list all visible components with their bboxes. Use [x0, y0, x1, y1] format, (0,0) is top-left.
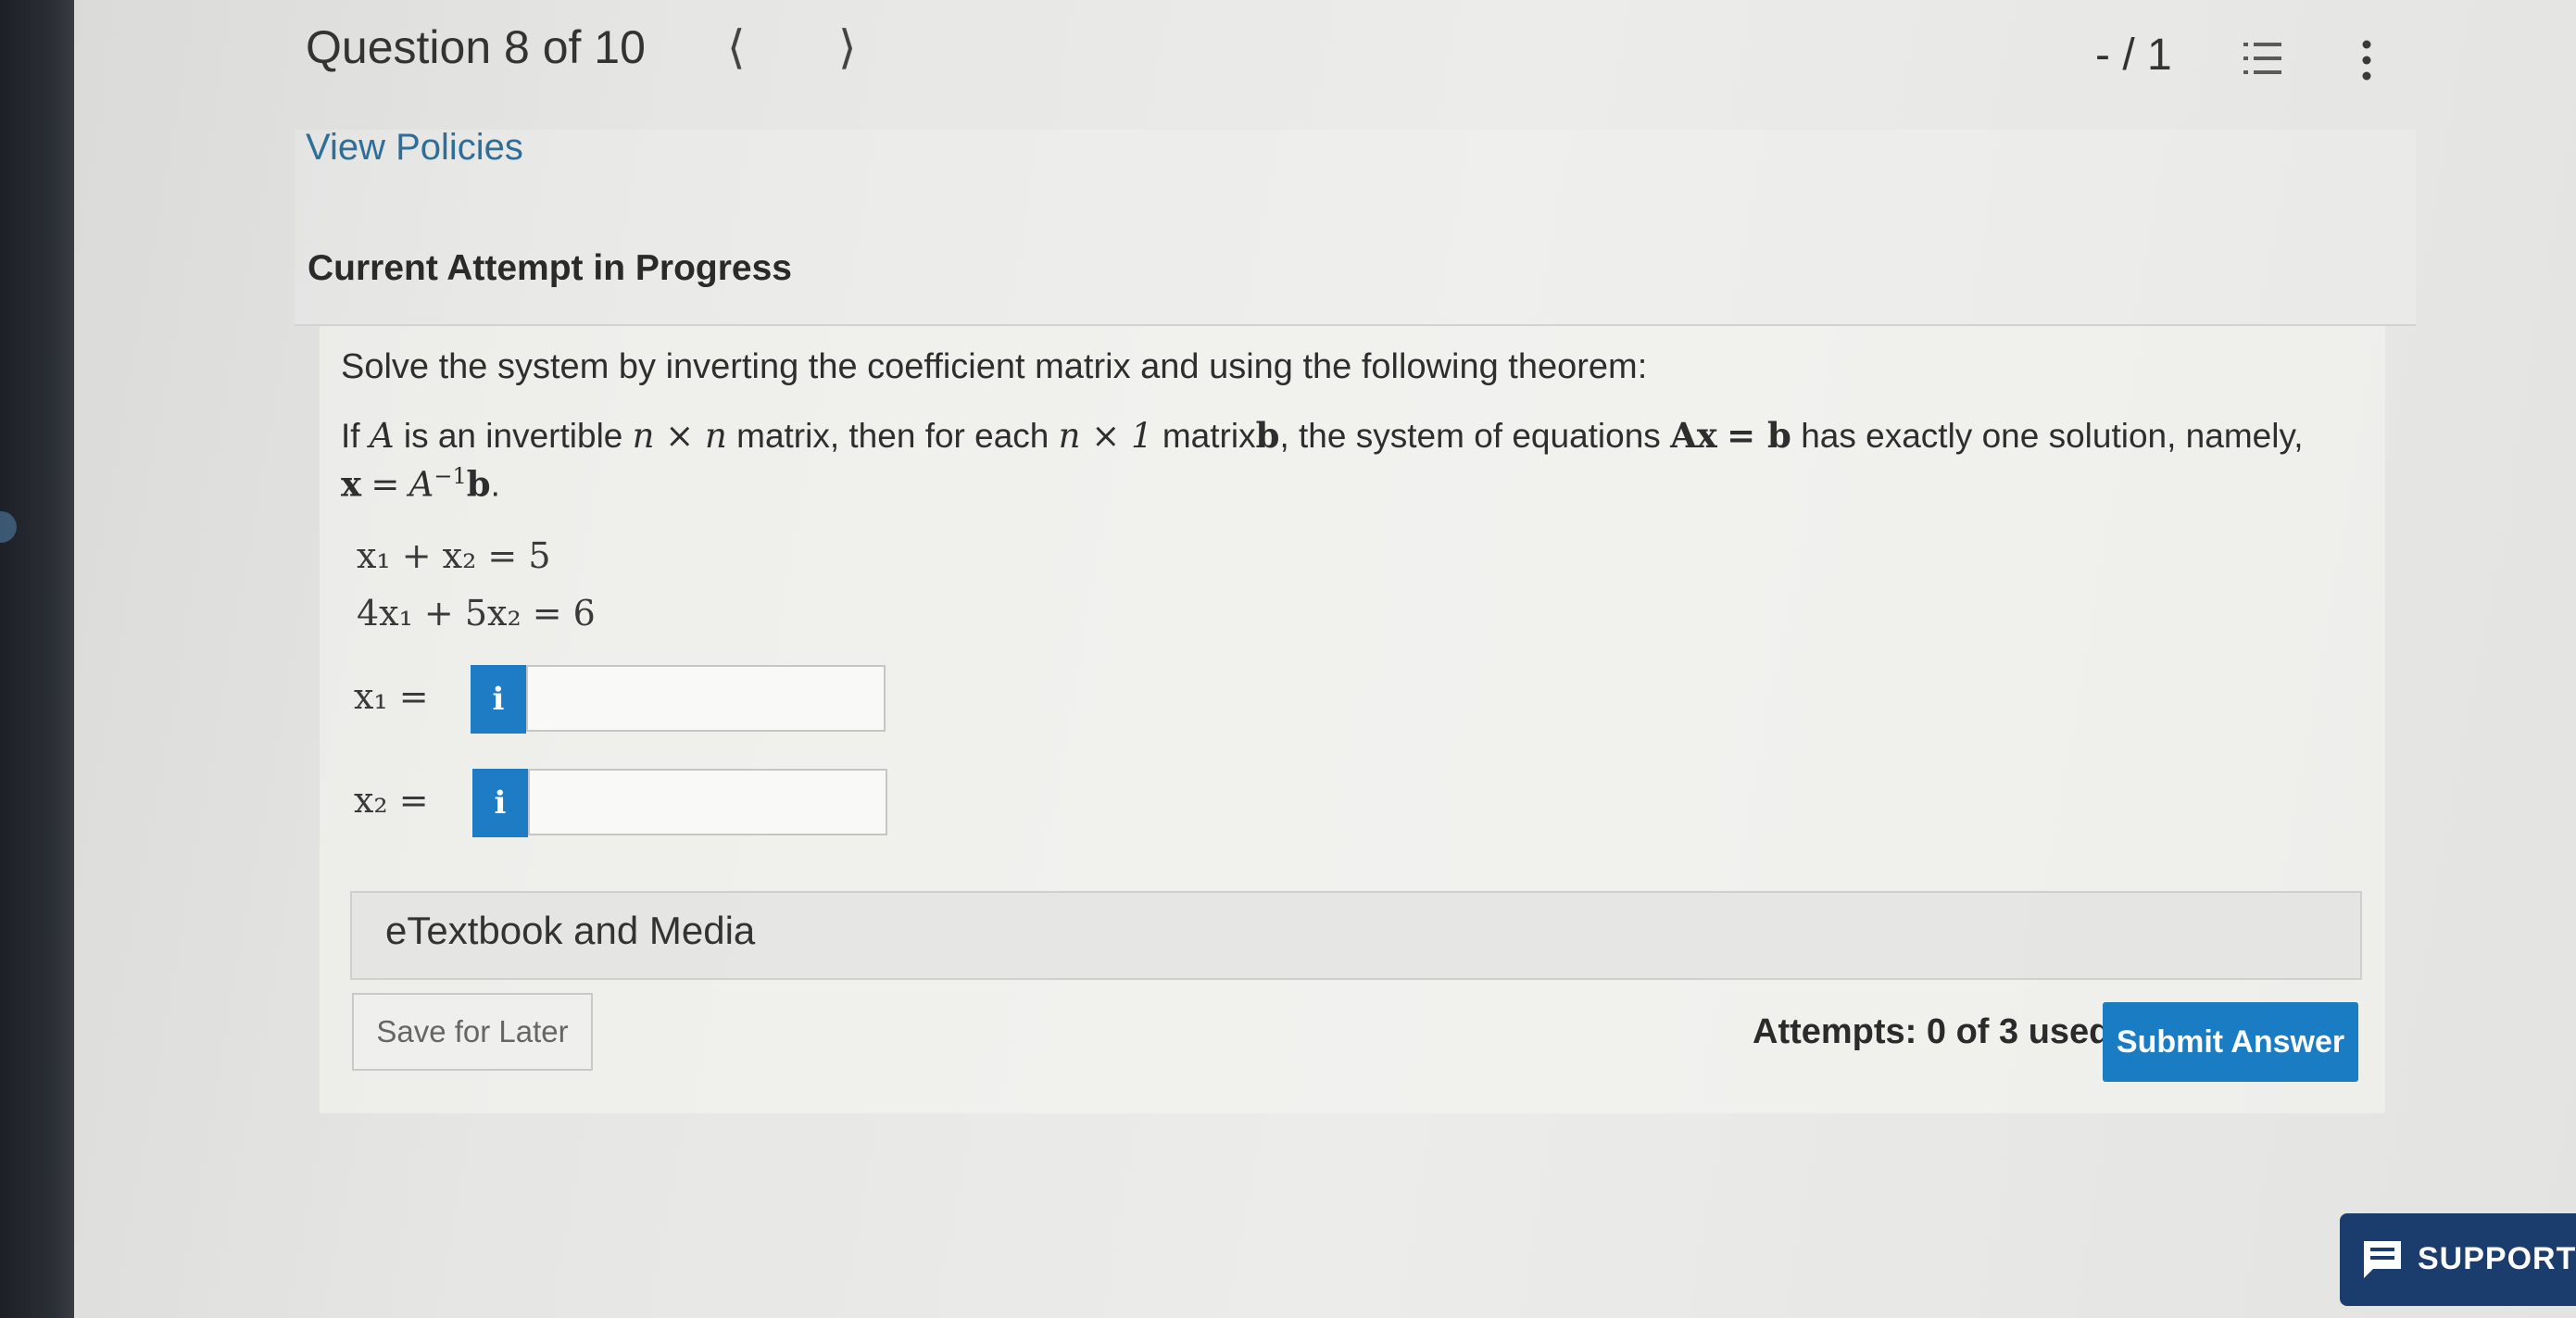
attempt-heading: Current Attempt in Progress: [308, 248, 792, 288]
theorem-text: is an invertible: [403, 417, 623, 455]
theorem-text: , the system of equations: [1279, 417, 1661, 455]
bezel-indicator: [0, 511, 17, 543]
theorem-math: A: [408, 464, 434, 505]
x2-answer-input[interactable]: [528, 769, 887, 835]
theorem-math: =: [371, 464, 400, 505]
theorem-text: has exactly one solution, namely,: [1801, 417, 2304, 455]
save-for-later-button[interactable]: Save for Later: [352, 993, 593, 1071]
chat-icon: [2364, 1241, 2401, 1278]
policies-panel: [295, 130, 2416, 326]
support-button[interactable]: SUPPORT: [2340, 1213, 2576, 1306]
theorem-math: Ax: [1670, 415, 1717, 456]
theorem-math: n × n: [632, 416, 727, 456]
x1-answer-input[interactable]: [526, 665, 886, 732]
score-display: - / 1: [2095, 31, 2172, 80]
chevron-right-icon[interactable]: ⟩: [838, 20, 857, 74]
theorem-math: b: [1255, 415, 1280, 456]
x2-label: x₂ =: [354, 780, 429, 821]
chevron-left-icon[interactable]: ⟨: [727, 20, 746, 74]
theorem-text: .: [490, 465, 500, 504]
view-policies-link[interactable]: View Policies: [306, 127, 523, 169]
theorem-text: matrix, then for each: [736, 417, 1049, 455]
theorem-text: matrix: [1162, 417, 1256, 455]
theorem-math: = b: [1727, 415, 1791, 456]
theorem-line-2: x = A−1b.: [341, 463, 500, 504]
theorem-math: n × 1: [1058, 416, 1153, 456]
equation-2: 4x₁ + 5x₂ = 6: [357, 593, 596, 634]
support-label: SUPPORT: [2418, 1241, 2576, 1276]
theorem-math: −1: [434, 463, 467, 489]
question-counter: Question 8 of 10: [306, 21, 646, 73]
info-icon[interactable]: i: [471, 665, 526, 734]
theorem-math: x: [341, 463, 362, 505]
info-icon[interactable]: i: [472, 769, 528, 837]
theorem-math: A: [369, 416, 395, 456]
attempts-counter: Attempts: 0 of 3 used: [1753, 1012, 2111, 1051]
etextbook-media-panel[interactable]: eTextbook and Media: [350, 891, 2362, 980]
numbered-list-icon[interactable]: [2240, 37, 2284, 82]
question-prompt: Solve the system by inverting the coeffi…: [341, 347, 1648, 386]
screen-bezel: [0, 0, 74, 1318]
x1-label: x₁ =: [354, 676, 429, 717]
theorem-text: If: [341, 417, 360, 455]
theorem-line-1: If A is an invertible n × n matrix, then…: [341, 415, 2303, 456]
more-vertical-icon[interactable]: [2351, 37, 2382, 83]
submit-answer-button[interactable]: Submit Answer: [2103, 1002, 2358, 1082]
theorem-math: b: [466, 463, 491, 505]
equation-1: x₁ + x₂ = 5: [357, 535, 551, 576]
etextbook-label: eTextbook and Media: [385, 909, 756, 952]
